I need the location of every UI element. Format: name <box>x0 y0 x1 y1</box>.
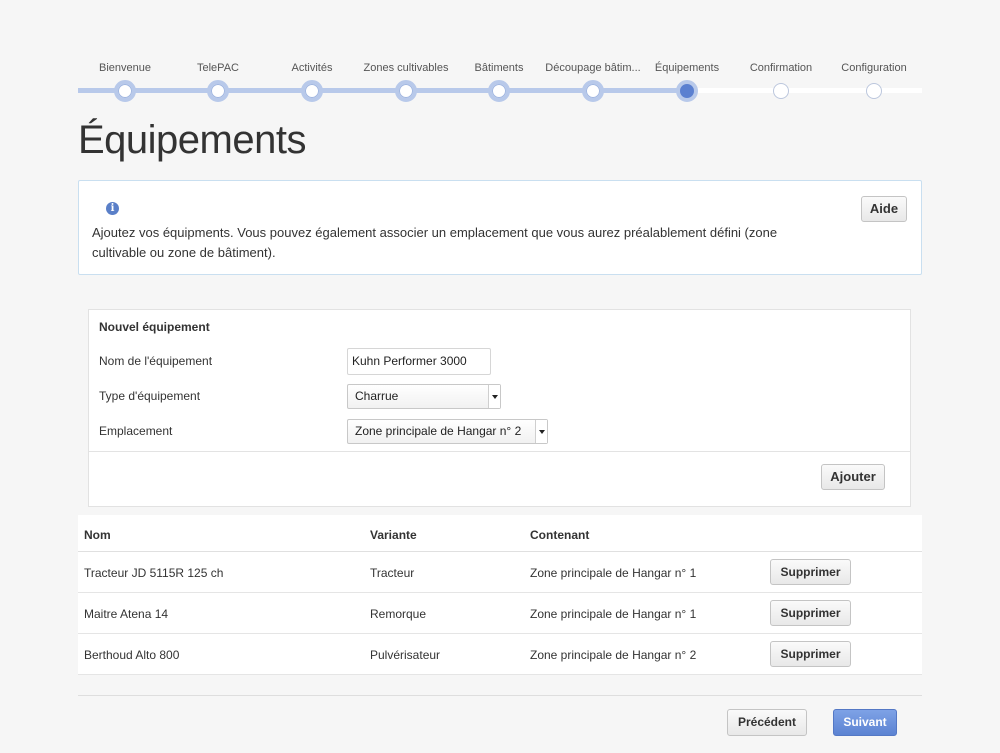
equipment-type-label: Type d'équipement <box>99 389 201 403</box>
equipment-type-select[interactable]: Charrue <box>347 384 501 409</box>
step-dot <box>582 80 604 102</box>
header-contenant: Contenant <box>530 528 590 542</box>
step-dot <box>114 80 136 102</box>
footer-divider <box>78 695 922 696</box>
dropdown-arrow-icon <box>535 420 547 443</box>
cell-nom: Berthoud Alto 800 <box>84 648 180 662</box>
form-divider <box>89 451 910 452</box>
equipment-name-label: Nom de l'équipement <box>99 354 213 368</box>
info-panel: i Ajoutez vos équipments. Vous pouvez ég… <box>78 180 922 275</box>
header-nom: Nom <box>84 528 111 542</box>
previous-button[interactable]: Précédent <box>727 709 807 736</box>
table-row: Berthoud Alto 800 Pulvérisateur Zone pri… <box>78 634 922 675</box>
cell-nom: Tracteur JD 5115R 125 ch <box>84 566 224 580</box>
location-value: Zone principale de Hangar n° 2 <box>355 424 522 438</box>
equipment-name-input[interactable]: Kuhn Performer 3000 <box>347 348 491 375</box>
step-label: Configuration <box>841 62 907 74</box>
step-dot <box>773 83 789 99</box>
table-header: Nom Variante Contenant <box>78 515 922 552</box>
step-dot <box>395 80 417 102</box>
new-equipment-form: Nouvel équipement Nom de l'équipement Ku… <box>88 309 911 507</box>
page-title: Équipements <box>78 118 306 162</box>
delete-button[interactable]: Supprimer <box>770 641 851 667</box>
info-icon: i <box>106 202 119 215</box>
info-text: Ajoutez vos équipments. Vous pouvez égal… <box>92 225 778 260</box>
next-button[interactable]: Suivant <box>833 709 897 736</box>
cell-contenant: Zone principale de Hangar n° 2 <box>530 648 697 662</box>
delete-button[interactable]: Supprimer <box>770 600 851 626</box>
cell-variante: Remorque <box>370 607 427 621</box>
location-select[interactable]: Zone principale de Hangar n° 2 <box>347 419 548 444</box>
table-row: Tracteur JD 5115R 125 ch Tracteur Zone p… <box>78 552 922 593</box>
cell-contenant: Zone principale de Hangar n° 1 <box>530 607 697 621</box>
cell-variante: Tracteur <box>370 566 415 580</box>
dropdown-arrow-icon <box>488 385 500 408</box>
equipment-table: Nom Variante Contenant Tracteur JD 5115R… <box>78 515 922 675</box>
step-configuration[interactable]: Configuration <box>814 60 934 99</box>
location-label: Emplacement <box>99 424 173 438</box>
step-dot <box>488 80 510 102</box>
header-variante: Variante <box>370 528 417 542</box>
add-button[interactable]: Ajouter <box>821 464 885 490</box>
form-title: Nouvel équipement <box>99 320 210 334</box>
step-dot <box>301 80 323 102</box>
step-dot <box>676 80 698 102</box>
step-dot <box>866 83 882 99</box>
equipment-type-value: Charrue <box>355 389 399 403</box>
cell-nom: Maitre Atena 14 <box>84 607 169 621</box>
cell-contenant: Zone principale de Hangar n° 1 <box>530 566 697 580</box>
cell-variante: Pulvérisateur <box>370 648 441 662</box>
wizard-stepper: Bienvenue TelePAC Activités Zones cultiv… <box>78 60 922 104</box>
delete-button[interactable]: Supprimer <box>770 559 851 585</box>
step-dot <box>207 80 229 102</box>
table-row: Maitre Atena 14 Remorque Zone principale… <box>78 593 922 634</box>
help-button[interactable]: Aide <box>861 196 907 222</box>
